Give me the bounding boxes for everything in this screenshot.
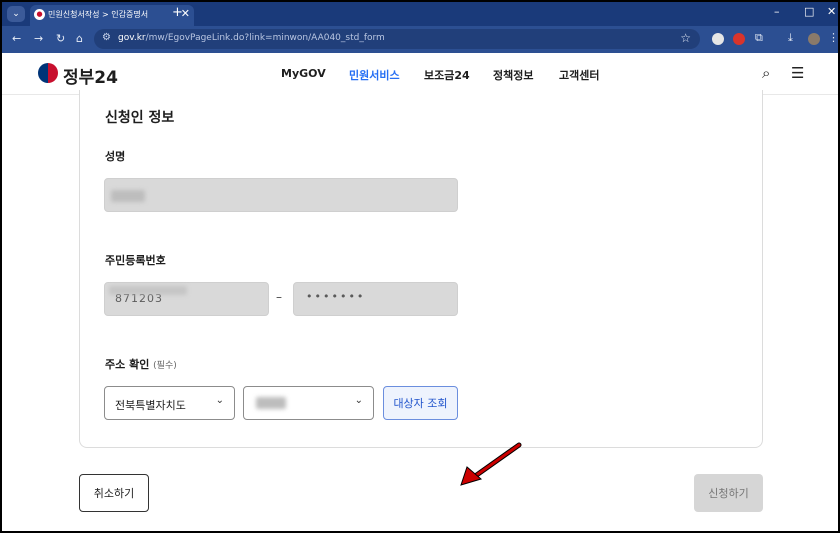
taegeuk-logo-icon[interactable] [38,63,58,83]
url-path: /mw/EgovPageLink.do?link=minwon/AA040_st… [145,33,385,43]
browser-tab[interactable]: ● 민원신청서작성 > 인감증명서 ✕ [30,5,194,26]
home-icon[interactable]: ⌂ [76,32,83,45]
browser-tab-strip: ⌄ ● 민원신청서작성 > 인감증명서 ✕ + – □ ✕ [2,2,838,26]
rrn-back-field: ••••••• [293,282,458,316]
nav-customer-center[interactable]: 고객센터 [559,67,599,83]
rrn-label: 주민등록번호 [105,254,166,267]
favicon-icon: ● [34,9,45,20]
nav-mygov[interactable]: MyGOV [281,67,326,80]
tab-search-icon[interactable]: ⌄ [7,6,25,22]
bookmark-star-icon[interactable]: ☆ [680,31,691,45]
section-title: 신청인 정보 [105,110,175,126]
address-bar[interactable]: ⚙ gov.kr/mw/EgovPageLink.do?link=minwon/… [94,29,700,49]
url-host: gov.kr [118,33,146,43]
required-mark: (필수) [153,361,177,371]
site-logo[interactable]: 정부24 [63,63,118,88]
extension-red-icon[interactable] [733,33,745,45]
hamburger-menu-icon[interactable]: ☰ [791,64,804,82]
name-field [104,178,458,212]
cancel-button[interactable]: 취소하기 [79,474,149,512]
city-select[interactable]: ⌄ [243,386,374,420]
search-icon[interactable]: ⌕ [762,64,770,82]
province-value: 전북특별자치도 [115,399,186,412]
maximize-icon[interactable]: □ [804,5,814,18]
redacted-rrn [109,286,187,295]
forward-icon[interactable]: → [34,32,43,45]
extensions-puzzle-icon[interactable]: ⧉ [755,31,763,45]
reload-icon[interactable]: ↻ [56,32,65,45]
nav-civil-service[interactable]: 민원서비스 [349,67,400,83]
back-icon[interactable]: ← [12,32,21,45]
redacted-city [256,397,286,409]
url-text: gov.kr/mw/EgovPageLink.do?link=minwon/AA… [118,33,385,43]
page-content: 신청인 정보 성명 주민등록번호 871203 – ••••••• 주소 확인 … [2,90,838,531]
lookup-button[interactable]: 대상자 조회 [383,386,458,420]
window-close-icon[interactable]: ✕ [827,5,836,18]
site-info-icon[interactable]: ⚙ [102,32,111,43]
province-select[interactable]: 전북특별자치도 ⌄ [104,386,235,420]
site-header: 정부24 MyGOV 민원서비스 보조금24 정책정보 고객센터 ⌕ ☰ [2,53,838,95]
chevron-down-icon: ⌄ [354,395,363,406]
browser-menu-icon[interactable]: ⋮ [828,31,838,44]
browser-toolbar: ← → ↻ ⌂ ⚙ gov.kr/mw/EgovPageLink.do?link… [2,26,838,53]
rrn-back-masked: ••••••• [306,290,366,303]
name-label: 성명 [105,150,126,163]
extension-icon[interactable] [712,33,724,45]
rrn-front-field: 871203 [104,282,269,316]
minimize-icon[interactable]: – [774,5,780,18]
screenshot-frame: ⌄ ● 민원신청서작성 > 인감증명서 ✕ + – □ ✕ ← → ↻ ⌂ ⚙ … [0,0,840,533]
address-label: 주소 확인 (필수) [105,356,177,372]
chevron-down-icon: ⌄ [215,395,224,406]
red-arrow-annotation [460,442,522,486]
profile-avatar[interactable] [808,33,820,45]
rrn-separator: – [276,290,282,304]
address-label-text: 주소 확인 [105,358,150,371]
download-icon[interactable]: ⤓ [788,31,793,45]
redacted-name [111,190,145,202]
new-tab-icon[interactable]: + [172,5,183,20]
submit-button[interactable]: 신청하기 [694,474,763,512]
nav-policy[interactable]: 정책정보 [493,67,533,83]
nav-subsidy[interactable]: 보조금24 [424,67,470,83]
tab-title: 민원신청서작성 > 인감증명서 [48,10,149,19]
applicant-info-card: 신청인 정보 성명 주민등록번호 871203 – ••••••• 주소 확인 … [79,90,763,448]
